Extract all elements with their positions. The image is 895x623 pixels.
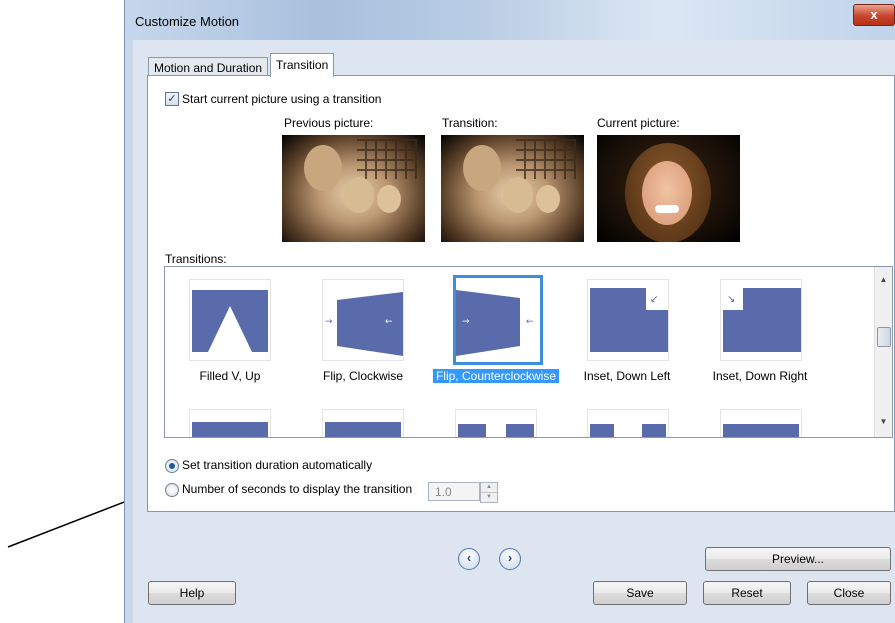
help-button[interactable]: Help [148, 581, 236, 605]
close-button[interactable]: Close [807, 581, 891, 605]
chevron-right-icon: › [507, 550, 513, 565]
transition-item-partial[interactable] [322, 409, 404, 437]
svg-text:↘: ↘ [727, 294, 735, 305]
seconds-stepper[interactable]: ▲ ▼ [480, 482, 498, 503]
svg-text:→: → [462, 317, 470, 327]
current-picture-label: Current picture: [597, 116, 680, 130]
transition-item-flip-clockwise[interactable]: → ← [322, 279, 404, 361]
start-transition-checkbox[interactable]: ✓ [165, 92, 179, 106]
previous-picture-label: Previous picture: [284, 116, 374, 130]
filled-v-up-thumbnail: ↑ [192, 290, 268, 352]
transition-item-filled-v-up[interactable]: ↑ [189, 279, 271, 361]
stepper-down-icon[interactable]: ▼ [481, 493, 497, 502]
svg-text:←: ← [385, 317, 393, 327]
transition-item-flip-counterclockwise[interactable]: → ← [453, 275, 543, 365]
inset-down-right-thumbnail: ↘ [723, 288, 801, 352]
current-picture-preview [597, 135, 740, 242]
close-window-button[interactable]: x [853, 4, 895, 26]
window-title: Customize Motion [135, 14, 240, 29]
tab-transition[interactable]: Transition [270, 53, 335, 77]
transitions-label: Transitions: [165, 252, 227, 266]
transition-item-partial[interactable] [455, 409, 537, 437]
transition-item-partial[interactable] [189, 409, 271, 437]
transition-preview-label: Transition: [442, 116, 498, 130]
transition-item-inset-down-right[interactable]: ↘ [720, 279, 802, 361]
auto-duration-radio[interactable] [165, 459, 179, 473]
previous-picture-preview [282, 135, 425, 242]
transition-label[interactable]: Flip, Clockwise [298, 369, 428, 383]
transition-label-selected[interactable]: Flip, Counterclockwise [433, 369, 559, 383]
previous-picture-button[interactable]: ‹ [458, 548, 480, 570]
start-transition-label: Start current picture using a transition [182, 92, 382, 106]
next-picture-button[interactable]: › [499, 548, 521, 570]
transition-label[interactable]: Filled V, Up [165, 369, 295, 383]
transition-item-partial[interactable] [587, 409, 669, 437]
customize-motion-dialog: Customize Motion x Motion and Duration T… [124, 0, 895, 623]
svg-text:↑: ↑ [226, 317, 234, 327]
flip-clockwise-thumbnail: → ← [325, 292, 403, 356]
chevron-left-icon: ‹ [466, 550, 472, 565]
svg-text:←: ← [526, 317, 534, 327]
transition-item-inset-down-left[interactable]: ↙ [587, 279, 669, 361]
transitions-scrollbar[interactable]: ▲ ▼ [874, 267, 892, 437]
flip-counterclockwise-thumbnail: → ← [456, 290, 534, 356]
transition-label[interactable]: Inset, Down Left [562, 369, 692, 383]
window-frame-left [125, 40, 133, 623]
svg-text:→: → [325, 317, 333, 327]
inset-down-left-thumbnail: ↙ [590, 288, 668, 352]
checkmark-icon: ✓ [167, 93, 177, 105]
seconds-input[interactable]: 1.0 [428, 482, 480, 501]
svg-text:↙: ↙ [650, 294, 658, 305]
transition-preview [441, 135, 584, 242]
title-bar: Customize Motion x [125, 0, 895, 40]
save-button[interactable]: Save [593, 581, 687, 605]
seconds-duration-radio[interactable] [165, 483, 179, 497]
auto-duration-label: Set transition duration automatically [182, 458, 373, 472]
tab-motion-and-duration[interactable]: Motion and Duration [148, 57, 269, 77]
preview-button[interactable]: Preview... [705, 547, 891, 571]
close-icon: x [870, 7, 878, 22]
scroll-down-icon[interactable]: ▼ [875, 417, 892, 426]
stepper-up-icon[interactable]: ▲ [481, 483, 497, 493]
transition-item-partial[interactable] [720, 409, 802, 437]
scroll-up-icon[interactable]: ▲ [875, 275, 892, 284]
reset-button[interactable]: Reset [703, 581, 791, 605]
scrollbar-thumb[interactable] [877, 327, 891, 347]
seconds-duration-label: Number of seconds to display the transit… [182, 482, 413, 496]
transition-label[interactable]: Inset, Down Right [695, 369, 825, 383]
transitions-list[interactable]: ↑ Filled V, Up → ← Flip, Clockwise → ← F… [164, 266, 893, 438]
